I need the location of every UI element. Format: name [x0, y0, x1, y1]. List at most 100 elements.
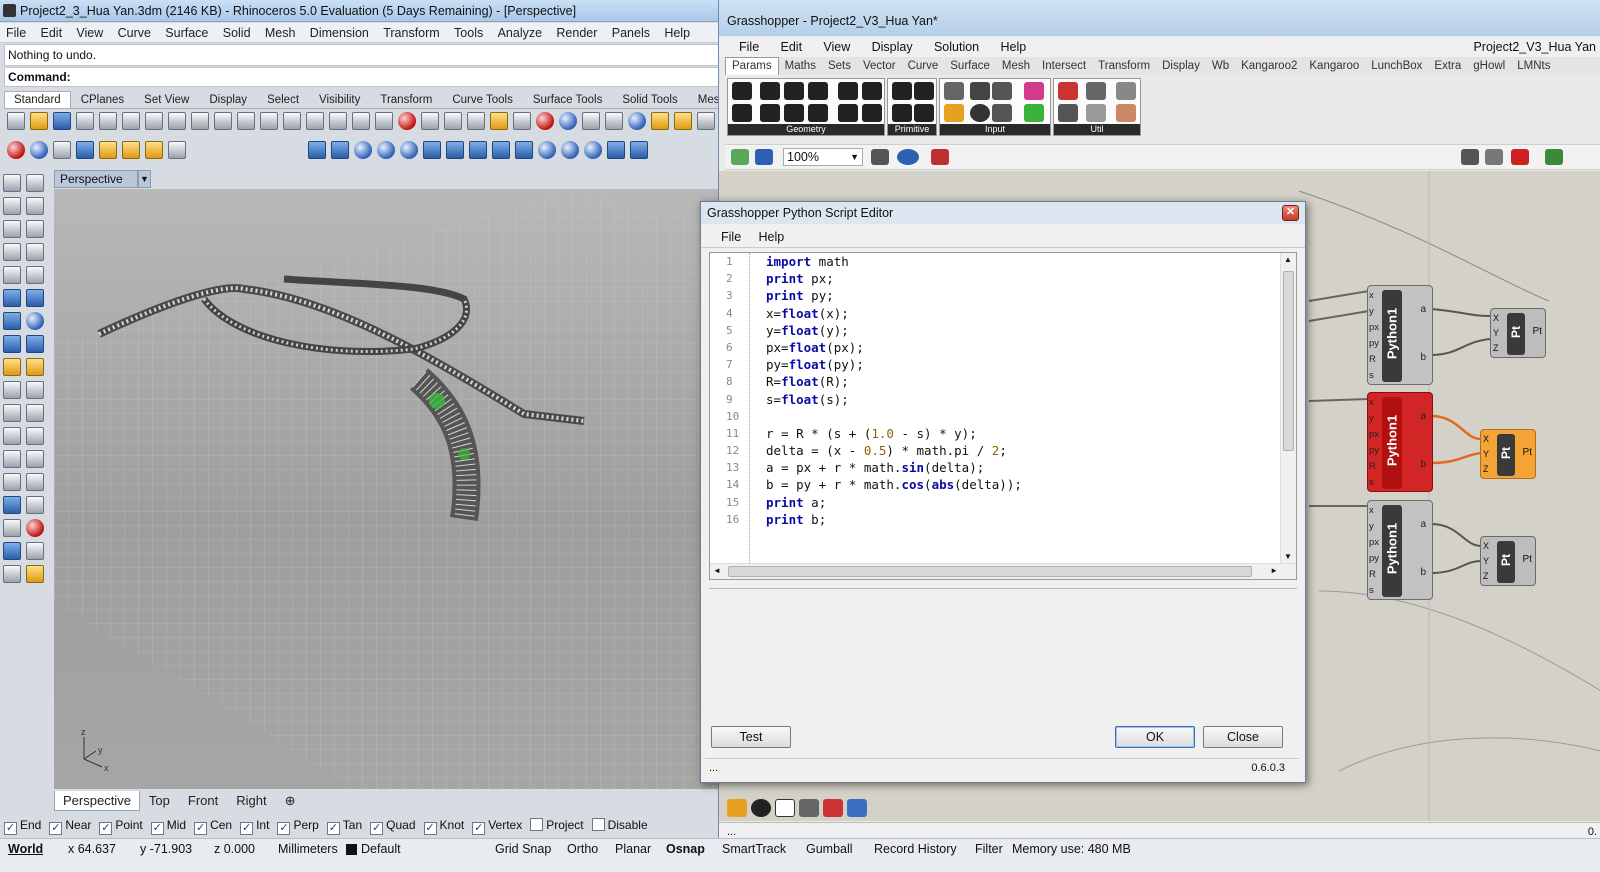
import-icon[interactable] [99, 112, 117, 130]
tab-select[interactable]: Select [257, 91, 309, 108]
osnap-end[interactable]: ✓ End [4, 816, 41, 835]
box-solid-icon[interactable] [307, 141, 326, 159]
circle-param-icon[interactable] [760, 82, 780, 100]
code-line[interactable]: R=float(R); [766, 373, 1278, 390]
osnap-project-checkbox[interactable] [530, 818, 544, 831]
pt1-output[interactable]: Pt [1533, 326, 1542, 337]
menu-help[interactable]: Help [664, 26, 690, 40]
solid-cap-icon[interactable] [629, 141, 648, 159]
gh-tab-display[interactable]: Display [1156, 58, 1206, 75]
osnap-perp-checkbox[interactable]: ✓ [277, 822, 291, 835]
grid-array-icon[interactable] [3, 519, 21, 537]
galapagos-icon[interactable] [1058, 104, 1078, 122]
pipe-icon[interactable] [514, 141, 533, 159]
gh-tab-surface[interactable]: Surface [944, 58, 996, 75]
menu-render[interactable]: Render [556, 26, 597, 40]
py2-input-py[interactable]: py [1369, 445, 1379, 456]
py2-output-a[interactable]: a [1420, 411, 1426, 422]
zoom-extents-icon[interactable] [306, 112, 324, 130]
py2-input-r[interactable]: R [1369, 461, 1376, 472]
add-viewport-tab-icon[interactable]: ⊕ [276, 790, 305, 810]
text-param-icon[interactable] [914, 104, 934, 122]
print-icon[interactable] [76, 112, 94, 130]
curve-icon[interactable] [26, 197, 44, 215]
osnap-knot-checkbox[interactable]: ✓ [423, 822, 437, 835]
torus-icon[interactable] [399, 141, 418, 159]
code-line[interactable]: import math [766, 253, 1278, 270]
tab-transform[interactable]: Transform [370, 91, 442, 108]
menu-tools[interactable]: Tools [454, 26, 483, 40]
code-line[interactable]: x=float(x); [766, 305, 1278, 322]
menu-surface[interactable]: Surface [165, 26, 208, 40]
join-icon[interactable] [3, 381, 21, 399]
editor-menu-help[interactable]: Help [759, 230, 785, 244]
py1-input-y[interactable]: y [1369, 306, 1374, 317]
py2-output-b[interactable]: b [1420, 459, 1426, 470]
shade-icon[interactable] [582, 112, 600, 130]
zoom-icon[interactable] [260, 112, 278, 130]
undo-view-icon[interactable] [352, 112, 370, 130]
button-icon[interactable] [970, 104, 990, 122]
paint-icon[interactable] [26, 565, 44, 583]
preview-wire-icon[interactable] [1461, 149, 1479, 165]
mirror-icon[interactable] [26, 473, 44, 491]
four-viewports-icon[interactable] [375, 112, 393, 130]
osnap-point[interactable]: ✓ Point [99, 816, 143, 835]
cone-icon[interactable] [122, 141, 140, 159]
python-component-2[interactable]: x y px py R s Python1 a b [1367, 392, 1433, 492]
status-grid-snap[interactable]: Grid Snap [495, 840, 551, 858]
gh-tab-ghowl[interactable]: gHowl [1467, 58, 1511, 75]
curve-param-icon[interactable] [784, 82, 804, 100]
close-button[interactable]: Close [1203, 726, 1283, 748]
gh-bottom-close-icon[interactable] [751, 799, 771, 817]
osnap-mid[interactable]: ✓ Mid [150, 816, 186, 835]
zoom-window-icon[interactable] [283, 112, 301, 130]
zoom-select[interactable]: 100% ▼ [783, 148, 863, 166]
tab-visibility[interactable]: Visibility [309, 91, 370, 108]
scroll-right-icon[interactable]: ► [1270, 566, 1278, 575]
osnap-knot[interactable]: ✓ Knot [423, 816, 464, 835]
sphere-solid-icon[interactable] [353, 141, 372, 159]
gh-menu-display[interactable]: Display [872, 40, 913, 54]
menu-dimension[interactable]: Dimension [310, 26, 369, 40]
help-icon[interactable] [697, 112, 715, 130]
menu-transform[interactable]: Transform [383, 26, 440, 40]
menu-file[interactable]: File [6, 26, 26, 40]
code-line[interactable]: px=float(px); [766, 339, 1278, 356]
code-area[interactable]: import math print px; print py; x=float(x);… [766, 253, 1278, 528]
arrow-outline-icon[interactable] [1086, 104, 1106, 122]
gh-tab-params[interactable]: Params [725, 57, 779, 75]
construct-point-component-3[interactable]: X Y Z Pt Pt [1480, 536, 1536, 586]
gh-tab-sets[interactable]: Sets [822, 58, 857, 75]
gh-menu-edit[interactable]: Edit [781, 40, 803, 54]
py3-output-b[interactable]: b [1420, 567, 1426, 578]
pyramid-icon[interactable] [468, 141, 487, 159]
gh-menu-help[interactable]: Help [1000, 40, 1026, 54]
integer-param-icon[interactable] [914, 82, 934, 100]
code-line[interactable]: py=float(py); [766, 356, 1278, 373]
preview-selected-icon[interactable] [1511, 149, 1529, 165]
analyze-icon[interactable] [26, 519, 44, 537]
viewport-tab-top[interactable]: Top [140, 790, 179, 810]
render-icon[interactable] [628, 112, 646, 130]
explode-icon[interactable] [3, 358, 21, 376]
sketch-pen-icon[interactable] [931, 149, 949, 165]
save-icon[interactable] [53, 112, 71, 130]
preview-shaded-icon[interactable] [1485, 149, 1503, 165]
osnap-end-checkbox[interactable]: ✓ [4, 822, 17, 835]
gh-tab-extra[interactable]: Extra [1428, 58, 1467, 75]
viewport-title[interactable]: Perspective ▼ [54, 170, 151, 188]
py2-input-y[interactable]: y [1369, 413, 1374, 424]
zoom-selected-icon[interactable] [329, 112, 347, 130]
osnap-int[interactable]: ✓ Int [240, 816, 269, 835]
gh-open-icon[interactable] [731, 149, 749, 165]
horizontal-scroll-thumb[interactable] [728, 566, 1252, 577]
code-line[interactable]: print px; [766, 270, 1278, 287]
boolean-param-icon[interactable] [892, 82, 912, 100]
code-line[interactable]: s=float(s); [766, 391, 1278, 408]
scroll-up-icon[interactable]: ▲ [1284, 255, 1292, 264]
pt1-input-y[interactable]: Y [1493, 328, 1499, 338]
gh-menu-file[interactable]: File [739, 40, 759, 54]
code-line[interactable]: print a; [766, 494, 1278, 511]
gh-menu-view[interactable]: View [823, 40, 850, 54]
